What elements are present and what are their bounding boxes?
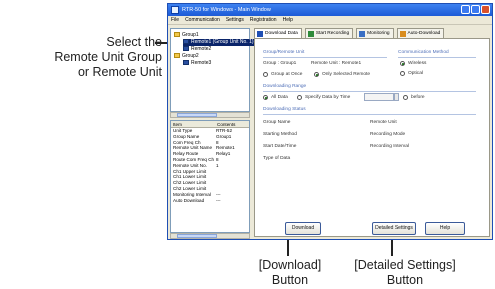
monitoring-icon	[359, 30, 366, 37]
menu-file[interactable]: File	[171, 16, 179, 24]
auto-download-icon	[399, 30, 406, 37]
tree-item-remote3[interactable]: Remote3	[183, 60, 211, 67]
main-window: RTR-50 for Windows - Main Window File Co…	[167, 3, 493, 240]
tree-scrollbar[interactable]	[170, 112, 250, 118]
radio-specify-time[interactable]	[297, 95, 302, 100]
status-label: Recording Mode	[370, 132, 406, 137]
section-divider	[263, 57, 387, 58]
table-header: Item Contents	[171, 121, 249, 128]
app-icon	[171, 6, 179, 14]
menu-communication[interactable]: Communication	[185, 16, 220, 24]
scroll-thumb[interactable]	[177, 113, 217, 117]
left-pane: Group1 Remote1 (Group Unit No. 1) Remote…	[170, 28, 256, 239]
properties-table: Item Contents Unit Type RTR-52 Group Name…	[170, 120, 250, 233]
callout-download: [Download] Button	[250, 258, 330, 288]
table-scrollbar[interactable]	[170, 233, 250, 239]
row-value: ---	[216, 197, 221, 203]
tree-item-label: Remote2	[191, 46, 212, 52]
radio-label: Wireless	[408, 61, 427, 66]
radio-group-at-once[interactable]	[263, 72, 268, 77]
status-label: Recording Interval	[370, 144, 409, 149]
table-row: Auto Download ---	[171, 198, 249, 204]
callout-line: Button	[271, 273, 309, 287]
radio-label: Specify Data by Time	[305, 95, 351, 100]
callout-detailed: [Detailed Settings] Button	[345, 258, 465, 288]
section-divider	[398, 57, 476, 58]
radio-wireless[interactable]	[400, 61, 405, 66]
menu-help[interactable]: Help	[283, 16, 293, 24]
callout-line: [Detailed Settings]	[354, 258, 456, 272]
column-header-item: Item	[173, 122, 182, 127]
tab-label: Start Recording	[315, 31, 350, 36]
menu-settings[interactable]: Settings	[226, 16, 244, 24]
folder-icon	[174, 53, 180, 59]
date-time-spinner[interactable]	[394, 93, 399, 101]
callout-line: Button	[386, 273, 424, 287]
radio-label: before	[411, 95, 425, 100]
folder-icon	[174, 32, 180, 38]
tree-item-label: Group2	[182, 53, 199, 59]
tree-item-label: Group1	[182, 32, 199, 38]
status-label: Start Date/Time	[263, 144, 297, 149]
section-downloading-range: Downloading Range	[263, 84, 307, 89]
callout-line: [Download]	[258, 258, 322, 272]
status-label: Remote Unit	[370, 120, 397, 125]
status-label: Type of Data	[263, 156, 291, 161]
start-recording-icon	[307, 30, 314, 37]
section-group-remote: Group/Remote Unit	[263, 50, 305, 55]
remote-unit-icon	[183, 39, 189, 45]
close-button[interactable]	[481, 5, 490, 14]
callout-line: Remote Unit Group	[54, 50, 162, 64]
menu-registration[interactable]: Registration	[250, 16, 277, 24]
tree-item-remote1[interactable]: Remote1 (Group Unit No. 1)	[183, 39, 256, 46]
remote-unit-icon	[183, 60, 189, 66]
menu-bar: File Communication Settings Registration…	[168, 16, 492, 25]
window-title: RTR-50 for Windows - Main Window	[182, 7, 271, 13]
date-time-input[interactable]	[364, 93, 394, 101]
callout-select-group: Select the Remote Unit Group or Remote U…	[38, 35, 162, 80]
radio-label: All Data	[271, 95, 288, 100]
remote-value: Remote Unit : Remote1	[311, 61, 362, 66]
tree-item-group2[interactable]: Group2	[174, 53, 199, 60]
status-label: Group Name	[263, 120, 291, 125]
tree-item-remote2[interactable]: Remote2	[183, 46, 211, 53]
column-header-contents: Contents	[217, 122, 236, 127]
radio-before[interactable]	[403, 95, 408, 100]
section-communication: Communication Method	[398, 50, 449, 55]
tab-label: Auto-Download	[407, 31, 441, 36]
section-divider	[263, 114, 476, 115]
minimize-button[interactable]	[461, 5, 470, 14]
scroll-thumb[interactable]	[177, 234, 217, 238]
radio-label: Optical	[408, 71, 423, 76]
row-key: Auto Download	[173, 197, 205, 203]
tree-item-group1[interactable]: Group1	[174, 32, 199, 39]
tree-item-label: Remote3	[191, 60, 212, 66]
title-bar[interactable]: RTR-50 for Windows - Main Window	[168, 4, 492, 16]
group-value: Group : Group1	[263, 61, 297, 66]
radio-label: Only Selected Remote	[322, 72, 370, 77]
radio-optical[interactable]	[400, 71, 405, 76]
callout-line: or Remote Unit	[77, 65, 162, 79]
radio-only-selected[interactable]	[314, 72, 319, 77]
tree-item-label: Remote1 (Group Unit No. 1)	[191, 39, 254, 45]
right-pane: Download Data Start Recording Monitoring…	[254, 28, 490, 237]
callout-line: Select the	[106, 35, 162, 49]
maximize-button[interactable]	[471, 5, 480, 14]
detailed-settings-button[interactable]: Detailed Settings	[372, 222, 416, 235]
download-button[interactable]: Download	[285, 222, 321, 235]
download-data-panel: Group/Remote Unit Group : Group1 Remote …	[254, 38, 490, 237]
tab-label: Download Data	[265, 31, 298, 36]
tab-label: Monitoring	[367, 31, 390, 36]
remote-unit-icon	[183, 46, 189, 52]
help-button[interactable]: Help	[425, 222, 465, 235]
section-divider	[263, 91, 476, 92]
status-label: Starting Method	[263, 132, 297, 137]
section-downloading-status: Downloading Status	[263, 107, 306, 112]
radio-label: Group at Once	[271, 72, 303, 77]
group-tree: Group1 Remote1 (Group Unit No. 1) Remote…	[170, 28, 256, 112]
download-data-icon	[257, 30, 263, 37]
radio-all-data[interactable]	[263, 95, 268, 100]
